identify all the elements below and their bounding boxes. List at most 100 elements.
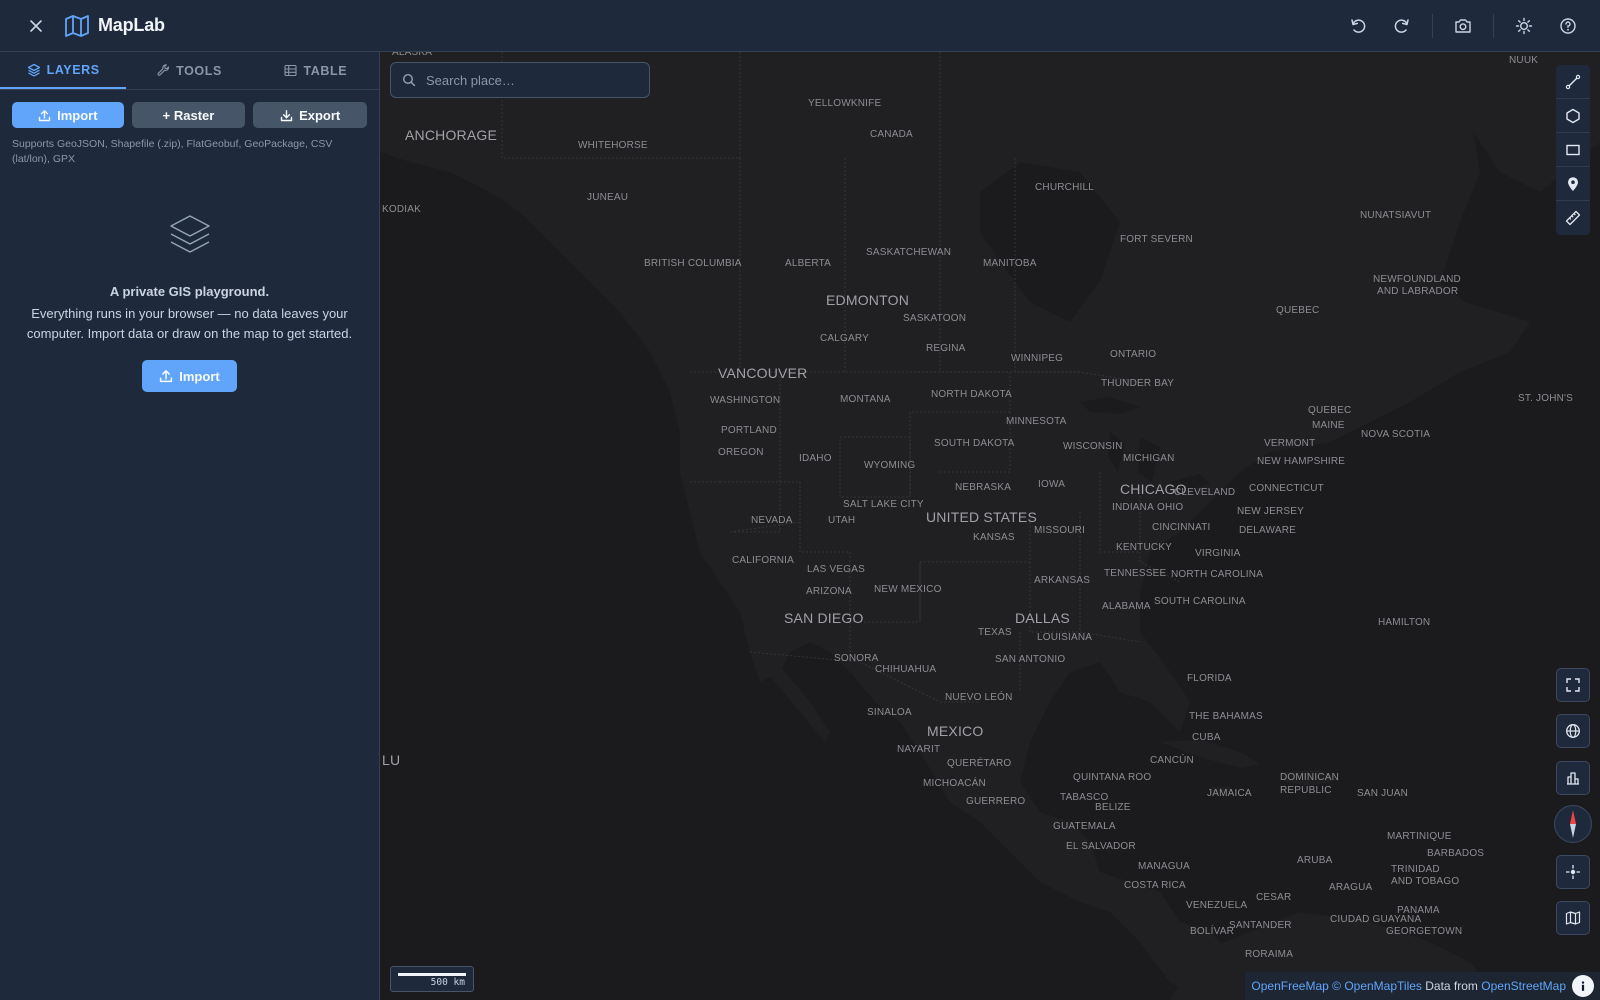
map-label: CONNECTICUT	[1249, 483, 1324, 494]
map-label: WHITEHORSE	[578, 140, 648, 151]
undo-button[interactable]	[1346, 14, 1370, 38]
map-label: NORTH CAROLINA	[1171, 569, 1264, 580]
export-button[interactable]: Export	[253, 102, 367, 128]
top-bar: MapLab	[0, 0, 1600, 52]
map-label: NEWFOUNDLAND	[1373, 274, 1461, 285]
openfreemap-link[interactable]: OpenFreeMap	[1251, 979, 1328, 993]
close-button[interactable]	[26, 16, 46, 36]
draw-rectangle-button[interactable]	[1556, 133, 1590, 167]
app-logo: MapLab	[64, 14, 165, 38]
map-label: MISSOURI	[1034, 525, 1086, 536]
measure-button[interactable]	[1556, 201, 1590, 235]
map-label: CALIFORNIA	[732, 555, 795, 566]
layers-icon	[27, 63, 40, 77]
map-label: FLORIDA	[1187, 673, 1232, 684]
map-label: WASHINGTON	[710, 395, 781, 406]
tab-layers[interactable]: LAYERS	[0, 52, 127, 89]
map-label: SASKATCHEWAN	[866, 247, 952, 258]
map-label: REPUBLIC	[1280, 785, 1332, 796]
map-canvas[interactable]: ALASKA NUUK YELLOWKNIFE ANCHORAGE CANADA WHIT…	[380, 52, 1600, 1000]
map-label: CIUDAD GUAYANA	[1330, 914, 1422, 925]
map-label: SAN ANTONIO	[995, 654, 1066, 665]
globe-button[interactable]	[1556, 714, 1590, 748]
map-label: VANCOUVER	[718, 365, 808, 381]
draw-line-button[interactable]	[1556, 65, 1590, 99]
map-label: WINNIPEG	[1011, 353, 1064, 364]
table-icon	[284, 64, 297, 77]
openmaptiles-link[interactable]: © OpenMapTiles	[1332, 979, 1422, 993]
map-label: MINNESOTA	[1006, 416, 1067, 427]
empty-state-description: Everything runs in your browser — no dat…	[26, 306, 353, 341]
map-label: WISCONSIN	[1063, 441, 1123, 452]
map-label: DALLAS	[1015, 610, 1070, 626]
info-icon	[1581, 981, 1585, 991]
map-label: IDAHO	[799, 453, 832, 464]
map-label: SONORA	[834, 653, 879, 664]
map-label: JUNEAU	[587, 192, 629, 203]
theme-toggle-button[interactable]	[1512, 14, 1536, 38]
map-label: GUATEMALA	[1053, 821, 1116, 832]
add-raster-button[interactable]: + Raster	[131, 102, 246, 128]
compass-icon	[1570, 810, 1576, 838]
fullscreen-button[interactable]	[1556, 668, 1590, 702]
empty-state-title: A private GIS playground.	[109, 284, 270, 299]
map-label: CHIHUAHUA	[875, 664, 937, 675]
redo-icon	[1394, 19, 1409, 33]
redo-button[interactable]	[1390, 14, 1414, 38]
search-box[interactable]	[390, 62, 650, 98]
toolbar-divider	[1493, 14, 1494, 38]
map-label: IOWA	[1038, 479, 1066, 490]
map-label: ARUBA	[1297, 855, 1333, 866]
map-label: UNITED STATES	[926, 509, 1037, 525]
map-label: BRITISH COLUMBIA	[644, 258, 742, 269]
attribution-text: Data from	[1425, 979, 1478, 993]
map-label: NAYARIT	[897, 744, 941, 755]
import-button[interactable]: Import	[12, 102, 124, 128]
fullscreen-icon	[1566, 678, 1580, 692]
map-label: KENTUCKY	[1116, 542, 1173, 553]
help-button[interactable]	[1556, 14, 1580, 38]
toolbar-divider	[1432, 14, 1433, 38]
map-label: PORTLAND	[721, 425, 777, 436]
search-input[interactable]	[426, 72, 636, 88]
line-icon	[1565, 74, 1581, 89]
compass-button[interactable]	[1554, 805, 1592, 843]
map-label: GEORGETOWN	[1386, 926, 1463, 937]
basemap-button[interactable]	[1556, 901, 1590, 935]
map-label: MAINE	[1312, 420, 1345, 431]
app-title: MapLab	[98, 15, 165, 35]
draw-marker-button[interactable]	[1556, 167, 1590, 201]
openstreetmap-link[interactable]: OpenStreetMap	[1481, 979, 1566, 993]
attribution-info-button[interactable]	[1572, 975, 1594, 997]
map-label: ALASKA	[392, 52, 433, 58]
map-label: SANTANDER	[1229, 920, 1292, 931]
map-label: WYOMING	[864, 460, 916, 471]
layers-stack-icon	[169, 215, 210, 253]
empty-import-button[interactable]: Import	[142, 360, 237, 392]
tab-table[interactable]: TABLE	[253, 52, 379, 89]
import-label: Import	[57, 107, 98, 123]
buildings-3d-button[interactable]	[1556, 761, 1590, 795]
locate-button[interactable]	[1556, 855, 1590, 889]
buildings-3d-icon	[1567, 772, 1579, 785]
map-label: MARTINIQUE	[1387, 831, 1452, 842]
map-label: ARKANSAS	[1034, 575, 1091, 586]
basemap-icon	[1565, 911, 1581, 925]
map-label: NUNATSIAVUT	[1360, 210, 1432, 221]
map-label: NEW MEXICO	[874, 584, 942, 595]
rectangle-icon	[1566, 144, 1580, 155]
map-label: NEW JERSEY	[1237, 506, 1305, 517]
draw-polygon-button[interactable]	[1556, 99, 1590, 133]
screenshot-button[interactable]	[1451, 14, 1475, 38]
marker-icon	[1568, 176, 1578, 191]
map-logo-icon	[65, 14, 89, 37]
map-label: LAS VEGAS	[807, 564, 865, 575]
map-label: NEBRASKA	[955, 482, 1012, 493]
map-label: ARAGUA	[1329, 882, 1373, 893]
map-label: EDMONTON	[826, 292, 910, 308]
scale-label: 500 km	[430, 977, 465, 988]
map-label: NOVA SCOTIA	[1361, 429, 1431, 440]
tab-tools[interactable]: TOOLS	[126, 52, 252, 89]
tab-label: LAYERS	[46, 62, 100, 77]
top-actions	[1346, 0, 1580, 52]
